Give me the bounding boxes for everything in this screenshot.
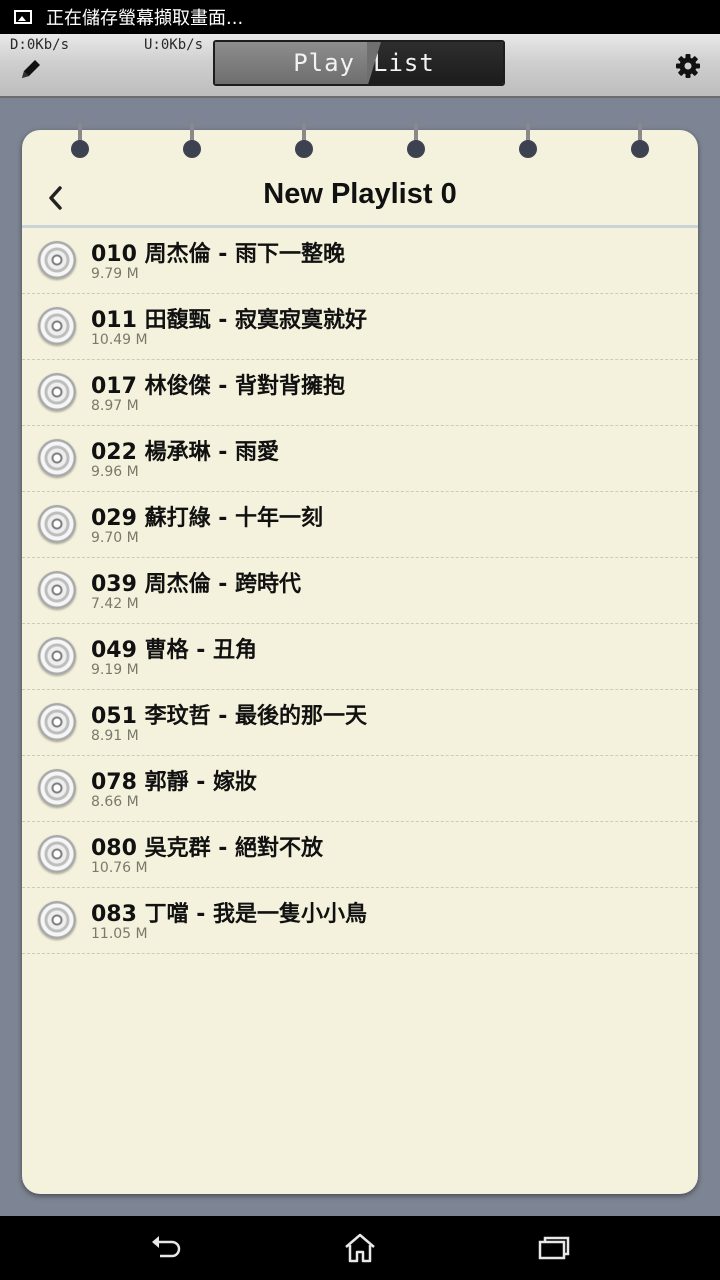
recent-apps-icon[interactable] xyxy=(536,1230,572,1266)
song-row[interactable]: 080 吳克群 - 絕對不放 10.76 M xyxy=(22,822,698,888)
pencil-icon[interactable] xyxy=(18,56,44,82)
song-size: 9.19 M xyxy=(91,662,139,678)
binder-hole xyxy=(519,140,537,158)
binder-hole xyxy=(631,140,649,158)
cd-disc-icon xyxy=(38,901,76,939)
cd-disc-icon xyxy=(38,637,76,675)
song-title: 039 周杰倫 - 跨時代 xyxy=(91,572,302,597)
toolbar: D:0Kb/s U:0Kb/s Play List xyxy=(0,34,720,98)
song-row[interactable]: 083 丁噹 - 我是一隻小小鳥 11.05 M xyxy=(22,888,698,954)
download-speed: D:0Kb/s xyxy=(10,37,70,53)
back-arrow-icon[interactable] xyxy=(148,1230,184,1266)
song-row[interactable]: 078 郭靜 - 嫁妝 8.66 M xyxy=(22,756,698,822)
song-title: 022 楊承琳 - 雨愛 xyxy=(91,440,280,465)
status-notification-text: 正在儲存螢幕擷取畫面... xyxy=(46,8,244,29)
binder-hole xyxy=(407,140,425,158)
song-row[interactable]: 029 蘇打綠 - 十年一刻 9.70 M xyxy=(22,492,698,558)
playlist-card: New Playlist 0 010 周杰倫 - 雨下一整晚 9.79 M 01… xyxy=(22,124,698,1194)
cd-disc-icon xyxy=(38,835,76,873)
binder-hole xyxy=(183,140,201,158)
song-row[interactable]: 039 周杰倫 - 跨時代 7.42 M xyxy=(22,558,698,624)
song-size: 8.97 M xyxy=(91,398,139,414)
song-row[interactable]: 011 田馥甄 - 寂寞寂寞就好 10.49 M xyxy=(22,294,698,360)
mode-list-tab[interactable]: List xyxy=(367,42,503,84)
cd-disc-icon xyxy=(38,241,76,279)
cd-disc-icon xyxy=(38,769,76,807)
song-list: 010 周杰倫 - 雨下一整晚 9.79 M 011 田馥甄 - 寂寞寂寞就好 … xyxy=(22,228,698,954)
song-title: 049 曹格 - 丑角 xyxy=(91,638,258,663)
image-icon xyxy=(14,10,32,24)
song-size: 11.05 M xyxy=(91,926,148,942)
cd-disc-icon xyxy=(38,505,76,543)
song-title: 029 蘇打綠 - 十年一刻 xyxy=(91,506,324,531)
song-title: 080 吳克群 - 絕對不放 xyxy=(91,836,324,861)
binder-hole xyxy=(71,140,89,158)
song-size: 10.49 M xyxy=(91,332,148,348)
song-title: 011 田馥甄 - 寂寞寂寞就好 xyxy=(91,308,368,333)
song-size: 8.66 M xyxy=(91,794,139,810)
playlist-title: New Playlist 0 xyxy=(263,178,457,210)
cd-disc-icon xyxy=(38,439,76,477)
song-size: 9.96 M xyxy=(91,464,139,480)
binder-hole xyxy=(295,140,313,158)
song-row[interactable]: 049 曹格 - 丑角 9.19 M xyxy=(22,624,698,690)
song-size: 10.76 M xyxy=(91,860,148,876)
song-size: 8.91 M xyxy=(91,728,139,744)
song-title: 078 郭靜 - 嫁妝 xyxy=(91,770,258,795)
song-title: 010 周杰倫 - 雨下一整晚 xyxy=(91,242,346,267)
home-icon[interactable] xyxy=(342,1230,378,1266)
song-size: 9.70 M xyxy=(91,530,139,546)
play-list-mode-switch[interactable]: Play List xyxy=(213,40,505,86)
cd-disc-icon xyxy=(38,571,76,609)
cd-disc-icon xyxy=(38,373,76,411)
mode-play-tab[interactable]: Play xyxy=(215,42,381,84)
song-row[interactable]: 022 楊承琳 - 雨愛 9.96 M xyxy=(22,426,698,492)
song-row[interactable]: 051 李玟哲 - 最後的那一天 8.91 M xyxy=(22,690,698,756)
upload-speed: U:0Kb/s xyxy=(144,37,204,53)
song-title: 083 丁噹 - 我是一隻小小鳥 xyxy=(91,902,368,927)
song-row[interactable]: 010 周杰倫 - 雨下一整晚 9.79 M xyxy=(22,228,698,294)
gear-icon[interactable] xyxy=(674,52,702,80)
cd-disc-icon xyxy=(38,307,76,345)
navigation-bar xyxy=(0,1216,720,1280)
song-size: 9.79 M xyxy=(91,266,139,282)
song-title: 051 李玟哲 - 最後的那一天 xyxy=(91,704,368,729)
status-bar: 正在儲存螢幕擷取畫面... xyxy=(0,0,720,34)
song-row[interactable]: 017 林俊傑 - 背對背擁抱 8.97 M xyxy=(22,360,698,426)
song-size: 7.42 M xyxy=(91,596,139,612)
cd-disc-icon xyxy=(38,703,76,741)
song-title: 017 林俊傑 - 背對背擁抱 xyxy=(91,374,346,399)
